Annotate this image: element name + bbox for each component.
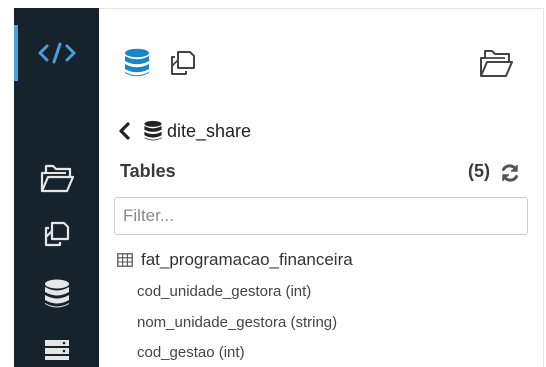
database-icon	[144, 120, 162, 141]
code-icon	[38, 42, 75, 64]
panel-border	[543, 8, 544, 367]
top-strip	[0, 0, 546, 8]
column-item[interactable]: cod_gestao (int)	[137, 344, 245, 361]
folder-open-icon	[480, 50, 513, 77]
table-item[interactable]: fat_programacao_financeira	[117, 249, 353, 271]
database-name: dite_share	[167, 120, 252, 141]
database-icon	[125, 48, 149, 77]
database-icon	[44, 279, 69, 308]
sidebar-item-documents[interactable]	[14, 216, 99, 252]
tables-count: (5)	[468, 161, 490, 181]
server-icon	[44, 340, 69, 360]
copy-icon	[171, 51, 195, 75]
sidebar-item-servers[interactable]	[14, 336, 99, 367]
tables-header: Tables (5)	[120, 161, 530, 183]
database-breadcrumb[interactable]: dite_share	[117, 119, 251, 143]
left-sidebar	[14, 8, 99, 367]
copy-icon	[44, 221, 69, 247]
chevron-left-icon[interactable]	[117, 122, 133, 140]
left-strip	[0, 0, 14, 367]
toolbar-databases-button[interactable]	[120, 46, 154, 80]
sidebar-item-databases[interactable]	[14, 276, 99, 312]
sidebar-item-editor[interactable]	[14, 30, 99, 76]
sidebar-item-files[interactable]	[14, 160, 99, 196]
filter-input[interactable]	[114, 197, 528, 235]
toolbar-documents-button[interactable]	[166, 47, 200, 79]
toolbar-files-button[interactable]	[478, 47, 514, 79]
column-item[interactable]: nom_unidade_gestora (string)	[137, 314, 337, 331]
folder-open-icon	[40, 164, 74, 193]
table-name: fat_programacao_financeira	[141, 250, 353, 269]
tables-title: Tables	[120, 161, 176, 181]
column-item[interactable]: cod_unidade_gestora (int)	[137, 283, 311, 300]
table-icon	[117, 253, 133, 267]
refresh-icon[interactable]	[500, 163, 520, 183]
